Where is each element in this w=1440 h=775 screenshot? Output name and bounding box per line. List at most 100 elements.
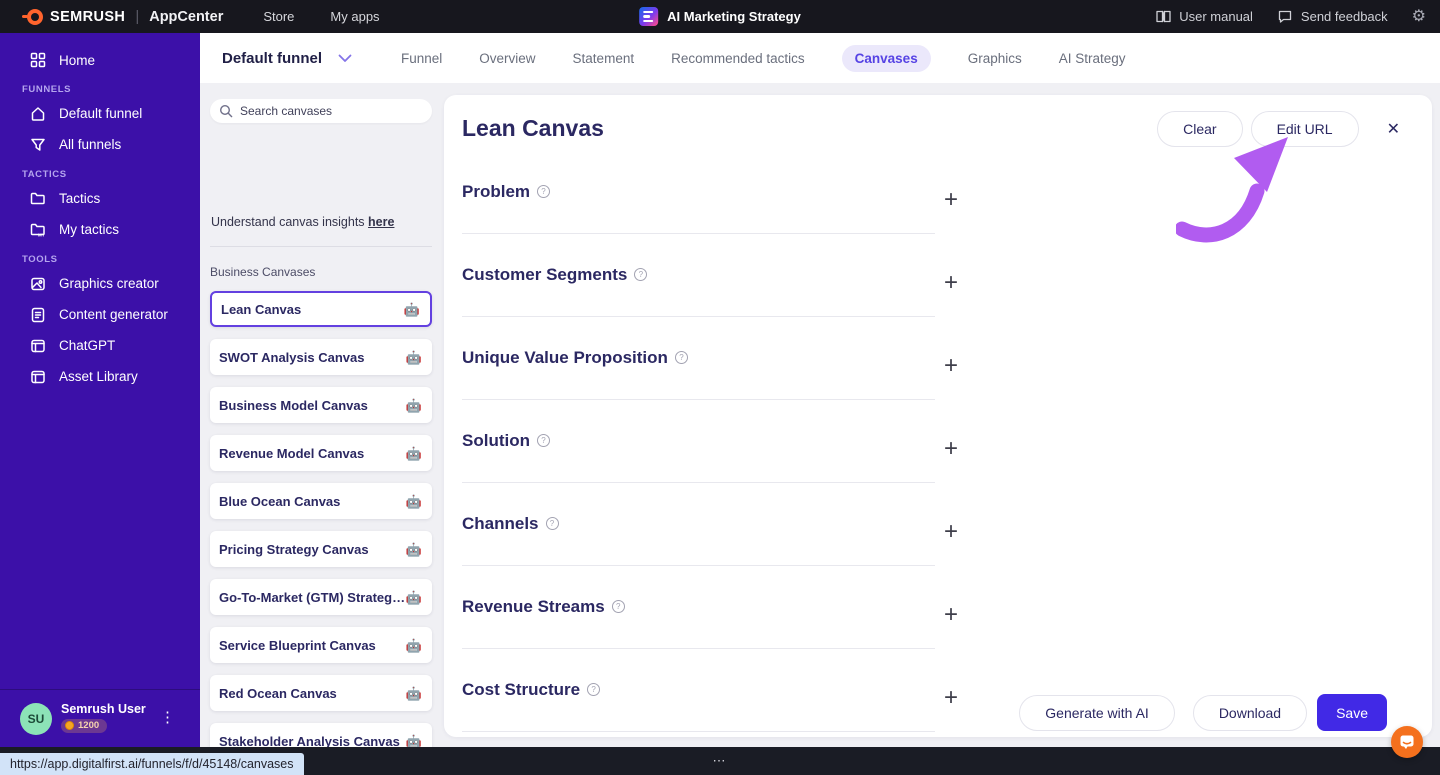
section-divider (462, 731, 935, 732)
canvas-item-revenue-model[interactable]: Revenue Model Canvas 🤖 (210, 435, 432, 471)
lean-canvas-card: Lean Canvas Clear Edit URL ✕ Problem ? +… (444, 95, 1432, 737)
funnel-header: Default funnel Funnel Overview Statement… (200, 33, 1440, 83)
section-divider (462, 565, 935, 566)
add-item-button[interactable]: + (944, 271, 958, 295)
tab-recommended-tactics[interactable]: Recommended tactics (671, 51, 805, 66)
brand-semrush: SEMRUSH (50, 8, 126, 25)
sidebar-item-my-tactics[interactable]: MY My tactics (0, 214, 200, 245)
app-title-group: AI Marketing Strategy (639, 7, 801, 26)
sidebar-item-label: Default funnel (59, 106, 143, 121)
coins-badge: 1200 (61, 718, 108, 733)
info-icon[interactable]: ? (587, 683, 601, 696)
canvas-item-pricing-strategy[interactable]: Pricing Strategy Canvas 🤖 (210, 531, 432, 567)
canvas-list: Lean Canvas 🤖 SWOT Analysis Canvas 🤖 Bus… (210, 208, 432, 747)
coin-icon (65, 721, 74, 731)
add-item-button[interactable]: + (944, 354, 958, 378)
semrush-logo[interactable]: SEMRUSH | AppCenter (22, 8, 224, 25)
status-url-bar: https://app.digitalfirst.ai/funnels/f/d/… (0, 753, 304, 775)
chat-widget-button[interactable] (1391, 726, 1423, 758)
tab-statement[interactable]: Statement (573, 51, 635, 66)
info-icon[interactable]: ? (537, 185, 551, 198)
sidebar-item-all-funnels[interactable]: All funnels (0, 129, 200, 160)
coins-count: 1200 (78, 720, 100, 732)
canvas-item-lean-canvas[interactable]: Lean Canvas 🤖 (210, 291, 432, 327)
sidebar-item-label: Tactics (59, 191, 101, 206)
info-icon[interactable]: ? (545, 517, 559, 530)
sidebar-item-label: Graphics creator (59, 276, 159, 291)
sidebar-item-graphics-creator[interactable]: Graphics creator (0, 268, 200, 299)
add-item-button[interactable]: + (944, 603, 958, 627)
generate-with-ai-button[interactable]: Generate with AI (1019, 694, 1175, 731)
section-problem: Problem ? + (462, 174, 958, 257)
brand-divider: | (135, 8, 140, 25)
app-icon (639, 7, 659, 26)
sidebar-item-content-generator[interactable]: Content generator (0, 299, 200, 330)
canvas-item-red-ocean[interactable]: Red Ocean Canvas 🤖 (210, 675, 432, 711)
sidebar-group-funnels: FUNNELS (22, 84, 72, 95)
tab-ai-strategy[interactable]: AI Strategy (1059, 51, 1126, 66)
edit-url-button[interactable]: Edit URL (1250, 111, 1359, 147)
robot-icon: 🤖 (405, 685, 422, 701)
canvas-item-service-blueprint[interactable]: Service Blueprint Canvas 🤖 (210, 627, 432, 663)
section-solution: Solution ? + (462, 423, 958, 506)
user-block[interactable]: SU Semrush User 1200 ⋮ (0, 689, 200, 747)
canvas-item-stakeholder-analysis[interactable]: Stakeholder Analysis Canvas 🤖 (210, 723, 432, 747)
clear-button[interactable]: Clear (1157, 111, 1243, 147)
canvas-item-label: Lean Canvas (221, 301, 302, 317)
tab-overview[interactable]: Overview (479, 51, 535, 66)
info-icon[interactable]: ? (611, 600, 625, 613)
funnel-selector[interactable]: Default funnel (222, 50, 353, 67)
canvas-item-label: Stakeholder Analysis Canvas (219, 733, 400, 748)
tab-canvases[interactable]: Canvases (841, 44, 931, 72)
download-button[interactable]: Download (1192, 694, 1308, 731)
save-button[interactable]: Save (1317, 694, 1387, 731)
app-title: AI Marketing Strategy (667, 9, 801, 24)
add-item-button[interactable]: + (944, 686, 958, 710)
section-divider (462, 482, 935, 483)
sidebar-item-label: All funnels (59, 137, 122, 152)
add-item-button[interactable]: + (944, 520, 958, 544)
send-feedback-link[interactable]: Send feedback (1277, 8, 1388, 25)
sidebar-item-home[interactable]: Home (0, 45, 200, 75)
search-wrap (210, 99, 432, 123)
avatar: SU (20, 702, 52, 735)
sidebar-item-default-funnel[interactable]: Default funnel (0, 98, 200, 129)
search-input[interactable] (210, 99, 432, 123)
settings-gear-icon[interactable]: ⚙ (1412, 8, 1426, 25)
sidebar-item-tactics[interactable]: Tactics (0, 183, 200, 214)
robot-icon: 🤖 (405, 589, 422, 605)
content-area: Understand canvas insights here Business… (200, 83, 1440, 747)
info-icon[interactable]: ? (536, 434, 550, 447)
info-icon[interactable]: ? (634, 268, 648, 281)
brand-appcenter: AppCenter (149, 8, 224, 25)
svg-text:MY: MY (38, 232, 45, 237)
topbar: SEMRUSH | AppCenter Store My apps AI Mar… (0, 0, 1440, 33)
folder-icon (29, 190, 46, 207)
canvas-item-blue-ocean[interactable]: Blue Ocean Canvas 🤖 (210, 483, 432, 519)
user-manual-link[interactable]: User manual (1155, 8, 1253, 25)
sidebar-group-tools: TOOLS (22, 254, 58, 265)
nav-my-apps[interactable]: My apps (330, 9, 379, 24)
user-menu-dots-icon[interactable]: ⋮ (160, 708, 176, 726)
sidebar-item-label: Content generator (59, 307, 168, 322)
tab-funnel[interactable]: Funnel (401, 51, 442, 66)
add-item-button[interactable]: + (944, 188, 958, 212)
info-icon[interactable]: ? (674, 351, 688, 364)
canvas-item-business-model[interactable]: Business Model Canvas 🤖 (210, 387, 432, 423)
section-unique-value-proposition: Unique Value Proposition ? + (462, 340, 958, 423)
topbar-nav: Store My apps (263, 9, 379, 24)
sidebar-item-asset-library[interactable]: Asset Library (0, 361, 200, 392)
tab-graphics[interactable]: Graphics (968, 51, 1022, 66)
close-icon[interactable]: ✕ (1387, 119, 1400, 139)
sidebar-item-chatgpt[interactable]: ChatGPT (0, 330, 200, 361)
canvas-item-swot-analysis[interactable]: SWOT Analysis Canvas 🤖 (210, 339, 432, 375)
canvas-item-label: Blue Ocean Canvas (219, 493, 341, 509)
canvas-item-label: Pricing Strategy Canvas (219, 541, 369, 557)
nav-store[interactable]: Store (263, 9, 294, 24)
robot-icon: 🤖 (405, 493, 422, 509)
chevron-down-icon (336, 50, 353, 67)
canvas-item-go-to-market[interactable]: Go-To-Market (GTM) Strateg… 🤖 (210, 579, 432, 615)
image-icon (29, 275, 46, 292)
section-customer-segments: Customer Segments ? + (462, 257, 958, 340)
add-item-button[interactable]: + (944, 437, 958, 461)
